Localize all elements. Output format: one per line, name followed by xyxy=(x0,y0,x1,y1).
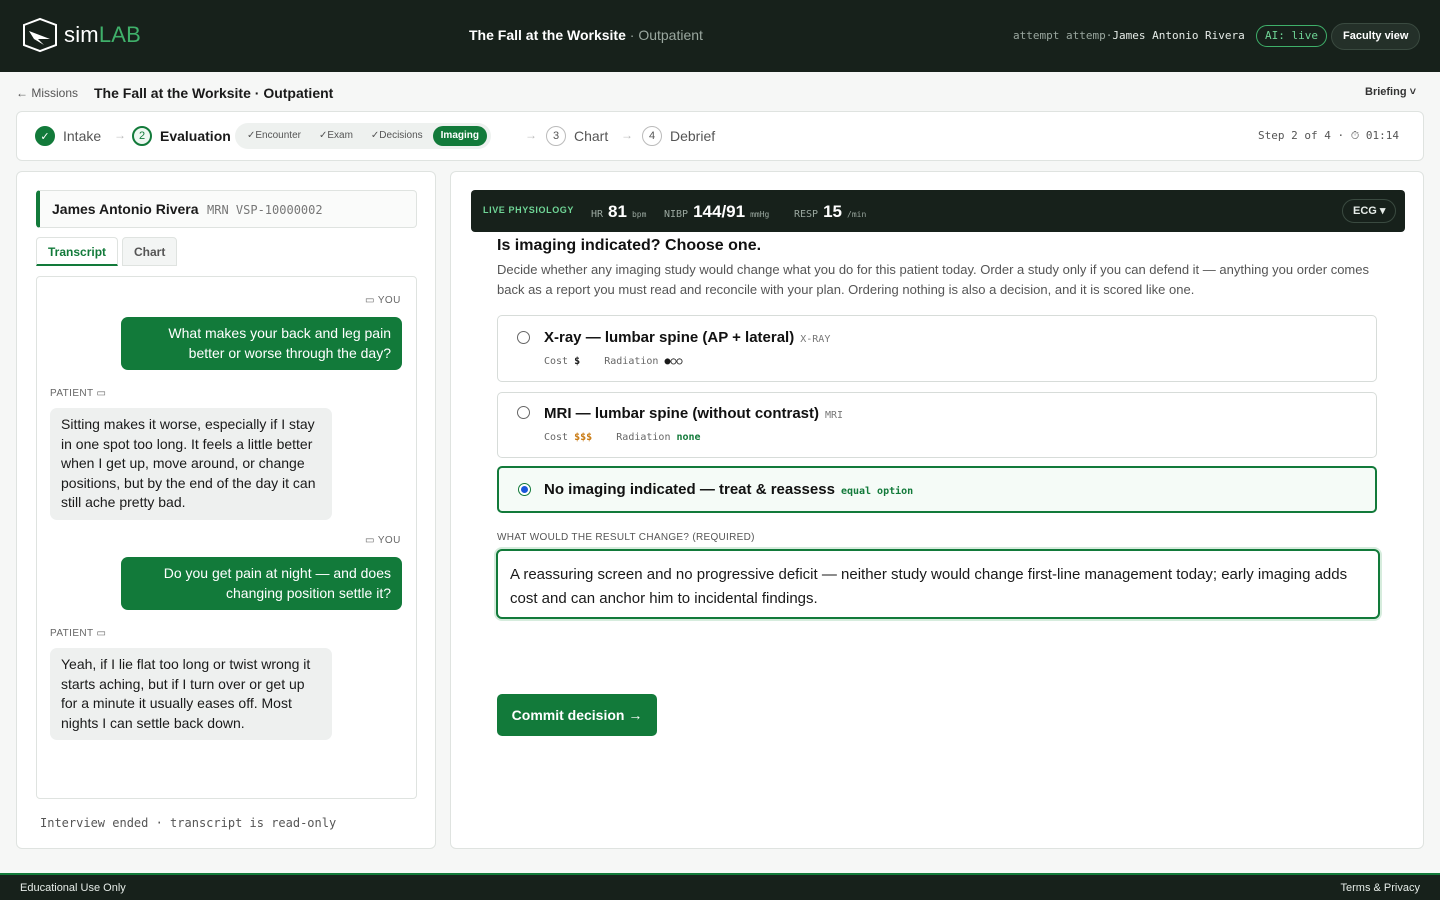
substep-exam[interactable]: ✓Exam xyxy=(311,126,361,146)
step-debrief[interactable]: 4 Debrief xyxy=(642,126,715,146)
terms-link[interactable]: Terms & Privacy xyxy=(1341,882,1420,894)
case-title: The Fall at the Worksite · Outpatient xyxy=(469,27,703,43)
speaker-label: PATIENT ▭ xyxy=(50,388,107,399)
page-title: The Fall at the Worksite · Outpatient xyxy=(94,85,334,101)
option-no-imaging[interactable]: No imaging indicated — treat & reassess e… xyxy=(497,466,1377,513)
option-meta: Cost $$$ Radiation none xyxy=(544,432,701,443)
patient-card: James Antonio Rivera MRN VSP-10000002 xyxy=(36,190,417,228)
vital-nibp: NIBP 144/91 mmHg xyxy=(664,202,770,221)
decision-panel: LIVE PHYSIOLOGY HR 81 bpm NIBP 144/91 mm… xyxy=(450,171,1424,849)
option-title: MRI — lumbar spine (without contrast) xyxy=(544,405,820,422)
footer-disclaimer: Educational Use Only xyxy=(20,882,126,894)
radio-button-selected[interactable] xyxy=(518,483,531,496)
tab-transcript[interactable]: Transcript xyxy=(36,237,119,266)
message-patient: Sitting makes it worse, especially if I … xyxy=(50,408,332,520)
tab-chart[interactable]: Chart xyxy=(122,237,178,266)
option-mri[interactable]: MRI — lumbar spine (without contrast) MRI… xyxy=(497,392,1377,458)
option-meta: Cost $ Radiation ●○○ xyxy=(544,356,683,367)
briefing-dropdown[interactable]: Briefing ˅ xyxy=(1365,86,1416,98)
vital-resp: RESP 15 /min xyxy=(794,202,867,221)
transcript-log[interactable]: ▭ YOU What makes your back and leg pain … xyxy=(36,276,417,799)
logo[interactable]: simLAB xyxy=(20,17,141,53)
vitals-label: LIVE PHYSIOLOGY xyxy=(483,205,575,215)
arrow-icon: → xyxy=(621,128,633,142)
substep-decisions[interactable]: ✓Decisions xyxy=(363,126,431,146)
speaker-label: ▭ YOU xyxy=(365,295,401,306)
radio-button[interactable] xyxy=(517,331,530,344)
missions-back-link[interactable]: ← Missions xyxy=(16,86,78,100)
substep-tabs: ✓Encounter ✓Exam ✓Decisions Imaging xyxy=(235,123,491,149)
speaker-label: PATIENT ▭ xyxy=(50,628,107,639)
faculty-view-button[interactable]: Faculty view xyxy=(1331,23,1421,50)
answer-label: WHAT WOULD THE RESULT CHANGE? (REQUIRED) xyxy=(497,532,755,543)
message-you: What makes your back and leg pain better… xyxy=(121,317,402,370)
vitals-bar: LIVE PHYSIOLOGY HR 81 bpm NIBP 144/91 mm… xyxy=(471,190,1405,232)
question-title: Is imaging indicated? Choose one. xyxy=(497,237,762,254)
speaker-label: ▭ YOU xyxy=(365,535,401,546)
check-icon: ✓ xyxy=(35,126,55,146)
step-timer: Step 2 of 4 · ⏱ 01:14 xyxy=(1258,129,1400,142)
message-you: Do you get pain at night — and does chan… xyxy=(121,557,402,610)
ai-status-badge: AI: live xyxy=(1256,25,1327,47)
patient-panel: James Antonio Rivera MRN VSP-10000002 Tr… xyxy=(16,171,436,849)
attempt-info: attempt attemp·James Antonio Rivera xyxy=(1013,29,1245,42)
logo-icon xyxy=(23,17,57,53)
substep-imaging[interactable]: Imaging xyxy=(432,126,487,146)
step-chart[interactable]: 3 Chart xyxy=(546,126,608,146)
progress-stepper: ✓ Intake → 2 Evaluation ✓Encounter ✓Exam… xyxy=(16,111,1424,161)
step-evaluation[interactable]: 2 Evaluation xyxy=(132,126,231,146)
option-tag: MRI xyxy=(825,410,844,421)
patient-mrn: MRN VSP-10000002 xyxy=(207,203,323,217)
commit-decision-button[interactable]: Commit decision → xyxy=(497,694,657,736)
arrow-icon: → xyxy=(114,128,126,142)
step-intake[interactable]: ✓ Intake xyxy=(35,126,101,146)
top-bar: simLAB The Fall at the Worksite · Outpat… xyxy=(0,0,1440,72)
option-title: X-ray — lumbar spine (AP + lateral) xyxy=(544,329,795,346)
patient-name: James Antonio Rivera xyxy=(52,201,199,217)
ecg-dropdown[interactable]: ECG ▾ xyxy=(1342,199,1397,223)
option-xray[interactable]: X-ray — lumbar spine (AP + lateral) X-RAY… xyxy=(497,315,1377,382)
transcript-status: Interview ended · transcript is read-onl… xyxy=(40,816,337,830)
logo-text: simLAB xyxy=(64,22,142,47)
answer-textarea[interactable]: A reassuring screen and no progressive d… xyxy=(496,549,1380,619)
message-patient: Yeah, if I lie flat too long or twist wr… xyxy=(50,648,332,740)
radio-button[interactable] xyxy=(517,406,530,419)
footer: Educational Use Only Terms & Privacy xyxy=(0,873,1440,900)
vital-hr: HR 81 bpm xyxy=(591,202,647,221)
substep-encounter[interactable]: ✓Encounter xyxy=(239,126,309,146)
option-title: No imaging indicated — treat & reassess xyxy=(544,481,835,498)
arrow-icon: → xyxy=(525,128,537,142)
question-description: Decide whether any imaging study would c… xyxy=(497,262,1369,297)
option-tag: equal option xyxy=(840,486,914,497)
option-tag: X-RAY xyxy=(800,334,831,345)
